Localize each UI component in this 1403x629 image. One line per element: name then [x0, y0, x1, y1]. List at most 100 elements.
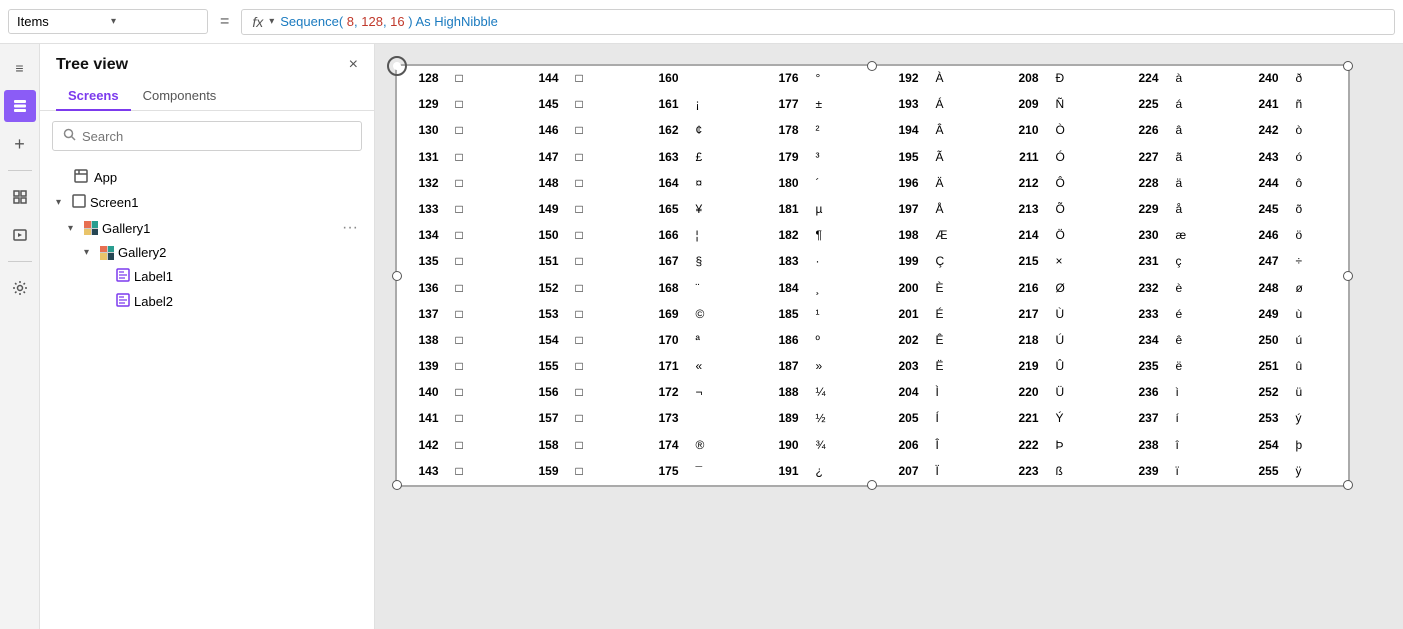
- table-cell-num: 153: [507, 301, 567, 327]
- table-cell-num: 141: [397, 406, 447, 432]
- formula-bar[interactable]: fx ▾ Sequence( 8, 128, 16 ) As HighNibbl…: [241, 9, 1395, 35]
- equals-sign: =: [216, 13, 233, 31]
- table-cell-num: 239: [1107, 458, 1167, 484]
- table-cell-num: 222: [987, 432, 1047, 458]
- table-cell-char: □: [447, 301, 507, 327]
- tree-title: Tree view: [56, 56, 128, 74]
- table-cell-char: Ï: [927, 458, 987, 484]
- tab-screens[interactable]: Screens: [56, 82, 131, 111]
- tree-item-gallery2[interactable]: ▾ Gallery2: [40, 241, 374, 264]
- table-cell-char: ç: [1167, 249, 1227, 275]
- table-cell-num: 135: [397, 249, 447, 275]
- table-cell-num: 208: [987, 66, 1047, 92]
- items-dropdown[interactable]: Items ▾: [8, 9, 208, 34]
- table-cell-char: □: [447, 354, 507, 380]
- tree-item-label1[interactable]: Label1: [40, 264, 374, 289]
- handle-top-left[interactable]: [387, 56, 407, 76]
- table-cell-num: 150: [507, 223, 567, 249]
- hamburger-menu-icon[interactable]: ≡: [4, 52, 36, 84]
- handle-mid-left[interactable]: [392, 271, 402, 281]
- table-cell-char: ¼: [807, 380, 867, 406]
- table-cell-num: 177: [747, 92, 807, 118]
- settings-icon[interactable]: [4, 272, 36, 304]
- table-cell-num: 247: [1227, 249, 1287, 275]
- gallery1-toggle[interactable]: ▾: [68, 223, 80, 234]
- tree-panel: Tree view × Screens Components: [40, 44, 375, 629]
- table-cell-num: 131: [397, 144, 447, 170]
- table-cell-num: 185: [747, 301, 807, 327]
- tree-item-label2[interactable]: Label2: [40, 289, 374, 314]
- tree-item-screen1[interactable]: ▾ Screen1: [40, 190, 374, 215]
- table-cell-num: 226: [1107, 118, 1167, 144]
- layers-icon[interactable]: [4, 90, 36, 122]
- table-cell-char: □: [447, 196, 507, 222]
- screen1-toggle[interactable]: ▾: [56, 197, 68, 208]
- tree-close-button[interactable]: ×: [349, 56, 358, 74]
- table-cell-char: □: [567, 327, 627, 353]
- table-cell-char: Æ: [927, 223, 987, 249]
- table-cell-char: ·: [807, 249, 867, 275]
- handle-bot-right[interactable]: [1343, 480, 1353, 490]
- table-cell-num: 199: [867, 249, 927, 275]
- table-cell-num: 158: [507, 432, 567, 458]
- gallery2-toggle[interactable]: ▾: [84, 247, 96, 258]
- table-cell-num: 134: [397, 223, 447, 249]
- tree-item-app[interactable]: App: [40, 165, 374, 190]
- data-table: 128□144□160176°192À208Ð224à240ð129□145□1…: [397, 66, 1348, 485]
- table-cell-num: 162: [627, 118, 687, 144]
- tree-item-gallery1[interactable]: ▾ Gallery1 ···: [40, 215, 374, 241]
- table-cell-char: ñ: [1287, 92, 1347, 118]
- table-cell-num: 169: [627, 301, 687, 327]
- table-cell-num: 171: [627, 354, 687, 380]
- table-cell-num: 254: [1227, 432, 1287, 458]
- table-cell-char: ½: [807, 406, 867, 432]
- table-cell-num: 209: [987, 92, 1047, 118]
- table-cell-char: ð: [1287, 66, 1347, 92]
- dropdown-chevron: ▾: [111, 16, 199, 27]
- gallery1-label: Gallery1: [102, 221, 338, 236]
- table-cell-char: ¦: [687, 223, 747, 249]
- add-icon[interactable]: +: [4, 128, 36, 160]
- component-icon[interactable]: [4, 181, 36, 213]
- table-cell-num: 140: [397, 380, 447, 406]
- gallery2-icon: [100, 246, 114, 260]
- media-icon[interactable]: [4, 219, 36, 251]
- table-cell-char: □: [447, 223, 507, 249]
- table-cell-char: ¤: [687, 170, 747, 196]
- handle-top-right[interactable]: [1343, 61, 1353, 71]
- table-cell-num: 241: [1227, 92, 1287, 118]
- table-cell-num: 182: [747, 223, 807, 249]
- table-cell-num: 255: [1227, 458, 1287, 484]
- table-cell-char: Â: [927, 118, 987, 144]
- table-cell-char: ¸: [807, 275, 867, 301]
- table-cell-num: 166: [627, 223, 687, 249]
- table-cell-num: 243: [1227, 144, 1287, 170]
- table-cell-char: þ: [1287, 432, 1347, 458]
- main-layout: ≡ +: [0, 44, 1403, 629]
- table-cell-num: 198: [867, 223, 927, 249]
- handle-bot-left[interactable]: [392, 480, 402, 490]
- table-cell-char: ²: [807, 118, 867, 144]
- table-cell-char: ¹: [807, 301, 867, 327]
- table-widget[interactable]: 128□144□160176°192À208Ð224à240ð129□145□1…: [395, 64, 1350, 487]
- gallery1-icon: [84, 221, 98, 235]
- handle-mid-right[interactable]: [1343, 271, 1353, 281]
- search-input[interactable]: [82, 129, 351, 144]
- table-cell-char: □: [567, 144, 627, 170]
- search-icon: [63, 128, 76, 144]
- handle-bot-mid[interactable]: [867, 480, 877, 490]
- table-cell-num: 248: [1227, 275, 1287, 301]
- table-cell-num: 220: [987, 380, 1047, 406]
- table-cell-char: í: [1167, 406, 1227, 432]
- table-cell-char: î: [1167, 432, 1227, 458]
- tab-components[interactable]: Components: [131, 82, 229, 111]
- search-box[interactable]: [52, 121, 362, 151]
- table-cell-char: ¬: [687, 380, 747, 406]
- table-cell-num: 221: [987, 406, 1047, 432]
- table-cell-char: Û: [1047, 354, 1107, 380]
- table-cell-char: Ü: [1047, 380, 1107, 406]
- table-cell-char: É: [927, 301, 987, 327]
- gallery1-more-button[interactable]: ···: [342, 219, 358, 237]
- table-cell-num: 179: [747, 144, 807, 170]
- table-cell-char: Ê: [927, 327, 987, 353]
